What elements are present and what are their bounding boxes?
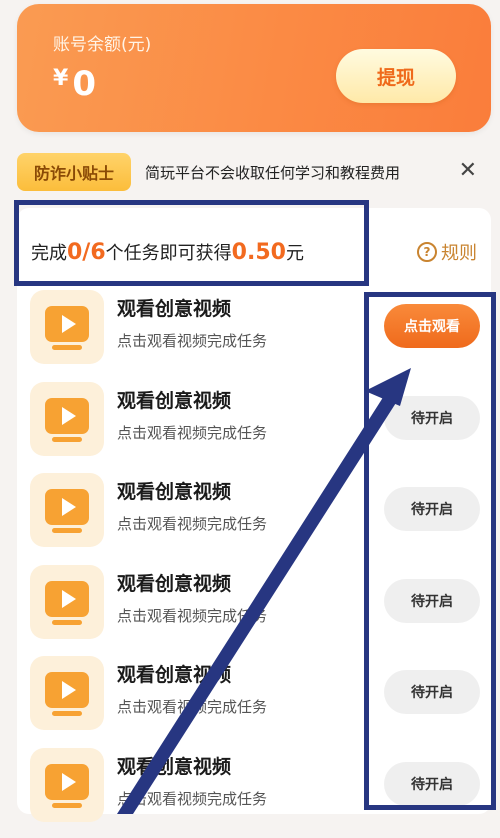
tip-text: 简玩平台不会收取任何学习和教程费用: [145, 163, 401, 182]
question-circle-icon: ?: [417, 242, 437, 262]
task-title: 观看创意视频: [117, 573, 232, 595]
task-action-button[interactable]: 待开启: [384, 762, 480, 806]
task-action-button[interactable]: 待开启: [384, 579, 480, 623]
task-title: 观看创意视频: [117, 481, 232, 503]
progress-count: 0/6: [67, 240, 106, 265]
withdraw-button[interactable]: 提现: [336, 49, 456, 103]
video-play-icon: [30, 565, 104, 639]
video-play-icon: [30, 656, 104, 730]
video-play-icon: [30, 382, 104, 456]
task-description: 点击观看视频完成任务: [117, 790, 268, 808]
task-action-button[interactable]: 待开启: [384, 396, 480, 440]
video-play-icon: [30, 748, 104, 822]
tip-badge: 防诈小贴士: [17, 153, 131, 191]
progress-prefix: 完成: [31, 243, 67, 264]
video-play-icon: [30, 290, 104, 364]
task-title: 观看创意视频: [117, 298, 232, 320]
task-row: 观看创意视频点击观看视频完成任务 待开启: [17, 748, 491, 838]
balance-amount: ¥0: [53, 64, 96, 104]
task-title: 观看创意视频: [117, 390, 232, 412]
anti-fraud-tip-bar: 防诈小贴士 简玩平台不会收取任何学习和教程费用 ✕: [17, 150, 491, 194]
balance-label: 账号余额(元): [53, 35, 152, 55]
task-title: 观看创意视频: [117, 756, 232, 778]
balance-card: 账号余额(元) ¥0 提现: [17, 4, 491, 132]
task-progress: 完成0/6个任务即可获得0.50元: [31, 239, 304, 265]
task-action-button[interactable]: 待开启: [384, 670, 480, 714]
task-description: 点击观看视频完成任务: [117, 698, 268, 716]
video-play-icon: [30, 473, 104, 547]
task-row: 观看创意视频点击观看视频完成任务 待开启: [17, 382, 491, 472]
task-row: 观看创意视频点击观看视频完成任务 待开启: [17, 473, 491, 563]
task-row: 观看创意视频点击观看视频完成任务 点击观看: [17, 290, 491, 380]
task-description: 点击观看视频完成任务: [117, 607, 268, 625]
progress-reward: 0.50: [231, 240, 286, 265]
task-title: 观看创意视频: [117, 664, 232, 686]
close-icon[interactable]: ✕: [459, 158, 477, 184]
task-action-button[interactable]: 点击观看: [384, 304, 480, 348]
task-row: 观看创意视频点击观看视频完成任务 待开启: [17, 565, 491, 655]
task-description: 点击观看视频完成任务: [117, 424, 268, 442]
task-row: 观看创意视频点击观看视频完成任务 待开启: [17, 656, 491, 746]
task-description: 点击观看视频完成任务: [117, 515, 268, 533]
progress-suffix: 元: [285, 243, 304, 264]
task-card: 完成0/6个任务即可获得0.50元 ? 规则 观看创意视频 点击观看视频完成任务 点击…: [17, 208, 491, 822]
progress-middle: 个任务即可获得: [105, 243, 232, 264]
task-action-button[interactable]: 待开启: [384, 487, 480, 531]
balance-number: 0: [72, 64, 96, 104]
rules-link[interactable]: ? 规则: [417, 239, 477, 265]
currency-symbol: ¥: [53, 66, 69, 91]
rules-label: 规则: [441, 243, 477, 264]
task-description: 点击观看视频完成任务: [117, 332, 268, 350]
